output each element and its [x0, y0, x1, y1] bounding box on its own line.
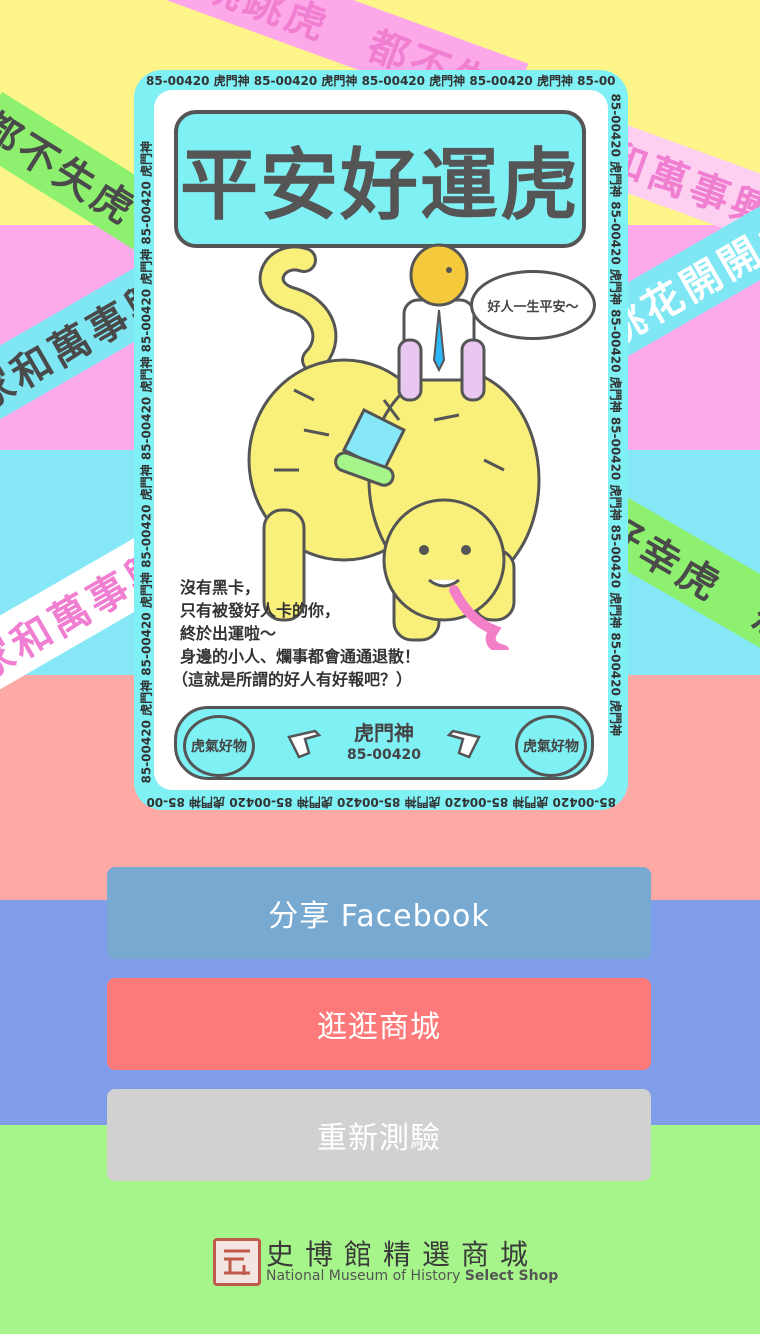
logo-en-text: National Museum of History [266, 1268, 461, 1284]
seal-glyph [224, 1249, 250, 1275]
poster-footer: 虎氣好物 虎門神 85-00420 虎氣好物 [174, 706, 594, 780]
shop-button[interactable]: 逛逛商城 [107, 978, 651, 1070]
message-line: 只有被發好人卡的你， [180, 601, 341, 620]
message-line: 終於出運啦～ [180, 624, 277, 643]
logo-en-bold: Select Shop [464, 1268, 559, 1284]
speech-bubble: 好人一生平安～ [470, 270, 596, 340]
retry-quiz-button[interactable]: 重新測驗 [107, 1089, 651, 1181]
shop-label: 逛逛商城 [317, 1010, 441, 1045]
share-facebook-label: 分享 Facebook [268, 899, 490, 934]
logo-name-cn: 史博館精選商城 [266, 1238, 540, 1271]
result-card: 85-00420 虎門神 85-00420 虎門神 85-00420 虎門神 8… [134, 70, 628, 810]
card-border-text-left: 85-00420 虎門神 85-00420 虎門神 85-00420 虎門神 8… [139, 140, 154, 784]
logo-name-en: National Museum of History Select Shop [266, 1268, 558, 1284]
stamp-right: 虎氣好物 [515, 715, 587, 777]
message-line: 身邊的小人、爛事都會通通退散！ [180, 647, 421, 666]
retry-quiz-label: 重新測驗 [317, 1121, 441, 1156]
card-border-text-right: 85-00420 虎門神 85-00420 虎門神 85-00420 虎門神 8… [608, 93, 623, 737]
card-poster: 平安好運虎 好人一生平安～ 沒有黑卡， 只有被發好人卡的你， 終於出運啦～ 身邊… [154, 90, 608, 790]
pointing-hand-left-icon [446, 729, 481, 759]
card-border-text-bottom: 85-00420 虎門神 85-00420 虎門神 85-00420 虎門神 8… [146, 795, 616, 809]
museum-seal-logo-icon [213, 1238, 261, 1286]
message-line: （這就是所謂的好人有好報吧？） [172, 670, 413, 689]
result-message: 沒有黑卡， 只有被發好人卡的你， 終於出運啦～ 身邊的小人、爛事都會通通退散！ … [172, 576, 421, 691]
message-line: 沒有黑卡， [180, 578, 261, 597]
poster-title: 平安好運虎 [179, 141, 580, 231]
poster-title-box: 平安好運虎 [174, 110, 586, 248]
share-facebook-button[interactable]: 分享 Facebook [107, 867, 651, 959]
card-border-text-top: 85-00420 虎門神 85-00420 虎門神 85-00420 虎門神 8… [146, 74, 616, 88]
